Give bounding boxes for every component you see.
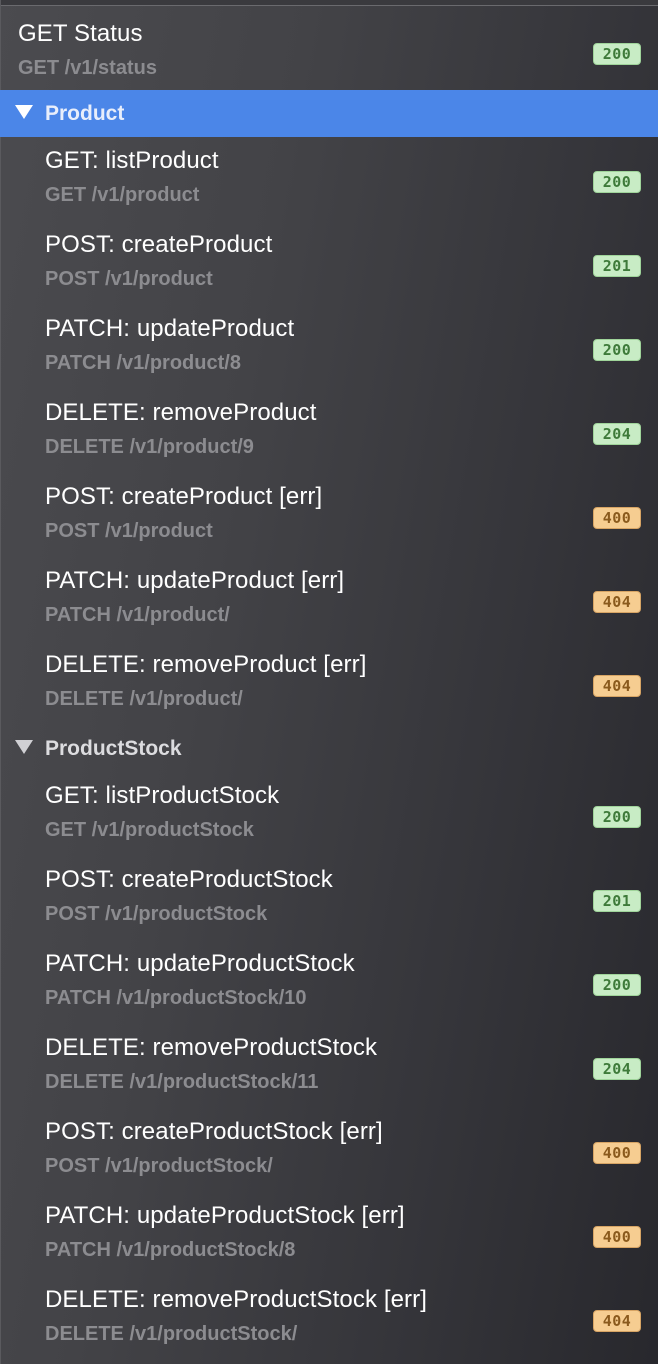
status-badge: 204 [593,1058,641,1080]
request-groups: Product GET: listProduct GET /v1/product 20… [0,90,658,1360]
request-path: DELETE /v1/productStock/11 [45,1071,319,1093]
request-title: POST: createProductStock [err] [45,1118,383,1145]
request-title: PATCH: updateProduct [45,315,295,342]
request-item[interactable]: PATCH: updateProductStock [err] PATCH /v1… [0,1192,658,1276]
request-title: DELETE: removeProductStock [45,1034,378,1061]
status-badge: 204 [593,423,641,445]
request-item[interactable]: POST: createProduct POST /v1/product 201 [0,221,658,305]
request-title: POST: createProduct [45,231,273,258]
status-badge: 201 [593,890,641,912]
request-path: PATCH /v1/product/8 [45,352,241,374]
disclosure-triangle-down-icon[interactable] [15,105,33,119]
status-badge: 200 [593,974,641,996]
status-badge: 400 [593,507,641,529]
request-path: POST /v1/product [45,268,213,290]
request-item[interactable]: POST: createProductStock [err] POST /v1/p… [0,1108,658,1192]
request-item[interactable]: DELETE: removeProductStock DELETE /v1/pro… [0,1024,658,1108]
status-badge: 404 [593,675,641,697]
request-item[interactable]: PATCH: updateProduct [err] PATCH /v1/prod… [0,557,658,641]
request-item[interactable]: POST: createProductStock POST /v1/product… [0,856,658,940]
request-title: GET: listProductStock [45,782,280,809]
request-item[interactable]: DELETE: removeProduct [err] DELETE /v1/pr… [0,641,658,725]
group-header-product[interactable]: Product [0,90,658,137]
request-title: DELETE: removeProductStock [err] [45,1286,427,1313]
request-title: PATCH: updateProductStock [err] [45,1202,405,1229]
request-path: DELETE /v1/productStock/ [45,1323,298,1345]
request-title: POST: createProductStock [45,866,333,893]
request-path: GET /v1/productStock [45,819,254,841]
request-item[interactable]: GET: listProduct GET /v1/product 200 [0,137,658,221]
request-title: PATCH: updateProductStock [45,950,355,977]
status-badge: 200 [593,339,641,361]
request-path: PATCH /v1/productStock/8 [45,1239,296,1261]
status-badge: 404 [593,591,641,613]
request-item[interactable]: POST: createProduct [err] POST /v1/produc… [0,473,658,557]
group-label: Product [45,102,125,125]
request-title: DELETE: removeProduct [err] [45,651,367,678]
status-badge: 201 [593,255,641,277]
request-item[interactable]: PATCH: updateProductStock PATCH /v1/produ… [0,940,658,1024]
request-path: GET /v1/product [45,184,200,206]
request-item[interactable]: DELETE: removeProduct DELETE /v1/product/… [0,389,658,473]
request-title: PATCH: updateProduct [err] [45,567,345,594]
request-item[interactable]: DELETE: removeProductStock [err] DELETE /… [0,1276,658,1360]
request-path: POST /v1/productStock/ [45,1155,273,1177]
status-badge: 400 [593,1226,641,1248]
request-title: DELETE: removeProduct [45,399,317,426]
request-path: POST /v1/product [45,520,213,542]
status-badge: 400 [593,1142,641,1164]
request-path: POST /v1/productStock [45,903,268,925]
status-badge: 200 [593,806,641,828]
disclosure-triangle-down-icon[interactable] [15,740,33,754]
request-item-get-status[interactable]: GET Status GET /v1/status 200 [0,6,658,90]
group-label: ProductStock [45,737,182,760]
request-path: PATCH /v1/product/ [45,604,230,626]
request-item[interactable]: GET: listProductStock GET /v1/productStoc… [0,772,658,856]
request-path: PATCH /v1/productStock/10 [45,987,307,1009]
status-badge: 404 [593,1310,641,1332]
request-title: GET Status [18,20,143,47]
request-path: GET /v1/status [18,57,157,79]
request-title: POST: createProduct [err] [45,483,323,510]
request-item[interactable]: PATCH: updateProduct PATCH /v1/product/8 2… [0,305,658,389]
status-badge: 200 [593,171,641,193]
status-badge: 200 [593,43,641,65]
request-path: DELETE /v1/product/9 [45,436,254,458]
group-header-productstock[interactable]: ProductStock [0,725,658,772]
request-path: DELETE /v1/product/ [45,688,243,710]
request-title: GET: listProduct [45,147,219,174]
